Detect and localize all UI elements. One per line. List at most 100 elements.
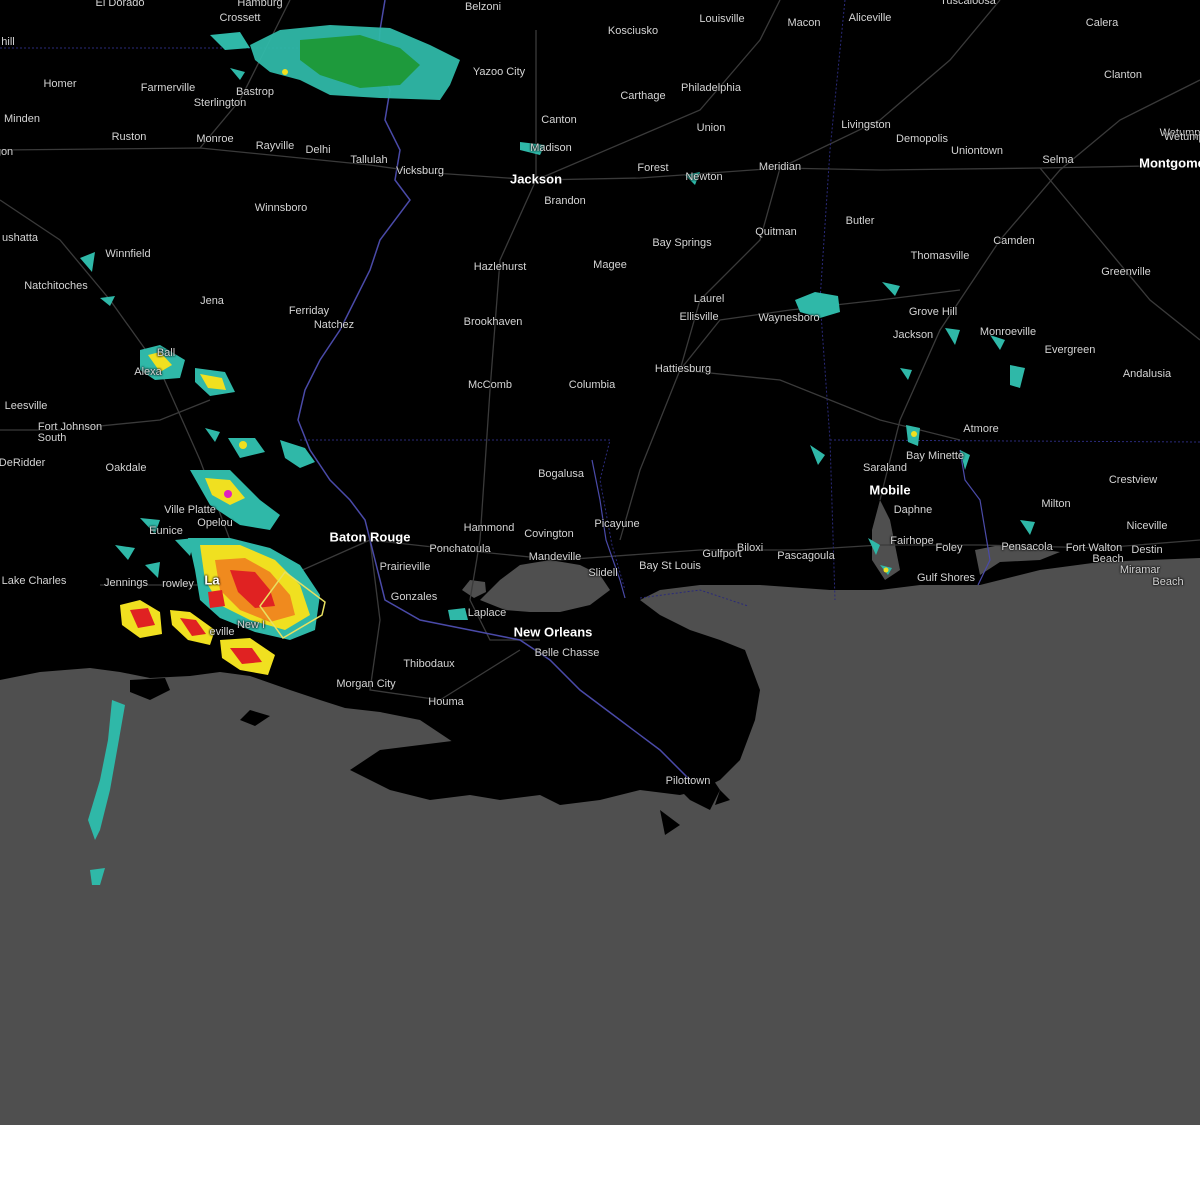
city-label: Pensacola — [1001, 541, 1053, 553]
city-label: Uniontown — [951, 145, 1003, 157]
city-label: Crossett — [219, 12, 261, 24]
city-label: Quitman — [755, 226, 797, 238]
city-label: Louisville — [699, 13, 745, 25]
map-canvas — [0, 0, 1200, 1125]
city-label: Milton — [1041, 498, 1071, 510]
city-label: Clanton — [1104, 69, 1142, 81]
city-label: Newton — [685, 171, 723, 183]
city-label: Pilottown — [665, 775, 711, 787]
city-label: Madison — [530, 142, 572, 154]
city-label: Ruston — [111, 131, 147, 143]
city-label: Natchitoches — [24, 280, 88, 292]
city-label: Homer — [43, 78, 77, 90]
city-label: Ellisville — [679, 311, 719, 323]
city-label: Jackson — [509, 171, 563, 187]
city-label: DeRidder — [0, 457, 46, 469]
city-label: Canton — [541, 114, 577, 126]
city-label: Bogalusa — [538, 468, 584, 480]
city-label: Vicksburg — [395, 165, 445, 177]
city-label: Hazlehurst — [473, 261, 527, 273]
city-label: Livingston — [841, 119, 891, 131]
city-label: Foley — [935, 542, 963, 554]
city-label: Pascagoula — [777, 550, 835, 562]
city-label: Leesville — [4, 400, 48, 412]
city-label: Baton Rouge — [329, 529, 411, 545]
city-label: Yazoo City — [472, 66, 526, 78]
city-label: Hammond — [463, 522, 515, 534]
city-label: Brookhaven — [463, 316, 523, 328]
city-label: South — [37, 432, 67, 444]
city-label: Gonzales — [390, 591, 438, 603]
city-label: Rayville — [255, 140, 295, 152]
city-label: Covington — [524, 528, 574, 540]
city-label: Ferriday — [288, 305, 330, 317]
city-label: Union — [696, 122, 726, 134]
city-label: Thibodaux — [403, 658, 455, 670]
city-label: Mandeville — [528, 551, 582, 563]
lake-maurepas — [462, 580, 486, 598]
city-label: Miramar — [1119, 564, 1161, 576]
city-label: Fairhope — [890, 535, 934, 547]
city-label: Evergreen — [1044, 344, 1096, 356]
city-label: El Dorado — [95, 0, 145, 9]
city-label: ushatta — [1, 232, 39, 244]
city-label: Bay Springs — [652, 237, 712, 249]
city-label: Monroe — [196, 133, 234, 145]
city-label: Laplace — [467, 607, 507, 619]
city-label: Prairieville — [379, 561, 431, 573]
city-label: Saraland — [862, 462, 908, 474]
city-label: Hattiesburg — [654, 363, 712, 375]
city-label: rowley — [162, 578, 194, 590]
city-label: Montgome — [1139, 155, 1200, 171]
city-label: Slidell — [588, 567, 618, 579]
city-label: Niceville — [1126, 520, 1168, 532]
city-label: Houma — [428, 696, 464, 708]
city-label: Morgan City — [336, 678, 396, 690]
city-label: Jena — [200, 295, 224, 307]
city-label: Oakdale — [105, 462, 147, 474]
city-label: Delhi — [305, 144, 331, 156]
city-label: Laurel — [693, 293, 725, 305]
city-label: Meridian — [758, 161, 802, 173]
city-label: gon — [0, 146, 14, 158]
city-label: Beach — [1152, 576, 1184, 588]
city-label: Opelou — [197, 517, 233, 529]
city-label: Butler — [845, 215, 875, 227]
city-label: eville — [209, 626, 235, 638]
city-label: Winnfield — [105, 248, 151, 260]
city-label: Aliceville — [848, 12, 892, 24]
city-label: McComb — [467, 379, 513, 391]
radar-map[interactable]: El Dorado Hamburg Crossett Belzoni Kosciusko… — [0, 0, 1200, 1125]
city-label: Brandon — [544, 195, 586, 207]
city-label: Kosciusko — [607, 25, 659, 37]
city-label: Macon — [787, 17, 821, 29]
city-label: Philadelphia — [681, 82, 741, 94]
city-label: Monroeville — [979, 326, 1037, 338]
city-label: La — [204, 572, 220, 588]
gulf-water — [0, 558, 1200, 1125]
city-label: Greenville — [1101, 266, 1151, 278]
city-label: Gulf Shores — [916, 572, 976, 584]
city-label: Carthage — [620, 90, 666, 102]
city-label: Tallulah — [350, 154, 388, 166]
city-label: New I — [236, 619, 266, 631]
city-label: Bay St Louis — [639, 560, 701, 572]
city-label: Andalusia — [1122, 368, 1172, 380]
city-label: Magee — [593, 259, 627, 271]
city-label: Thomasville — [910, 250, 970, 262]
city-label: Minden — [3, 113, 41, 125]
city-label: Natchez — [313, 319, 355, 331]
city-label: New Orleans — [513, 624, 593, 640]
city-label: hill — [1, 36, 15, 48]
city-label: Ponchatoula — [429, 543, 491, 555]
city-label: Forest — [637, 162, 669, 174]
city-label: Daphne — [893, 504, 933, 516]
city-label: Crestview — [1108, 474, 1158, 486]
city-label: Waynesboro — [758, 312, 820, 324]
city-label: Wetumpka — [1163, 131, 1200, 143]
city-label: Hamburg — [237, 0, 283, 9]
city-label: Jackson — [892, 329, 934, 341]
city-label: Alexa — [134, 366, 162, 378]
city-label: Belzoni — [464, 1, 502, 13]
city-label: Calera — [1085, 17, 1119, 29]
